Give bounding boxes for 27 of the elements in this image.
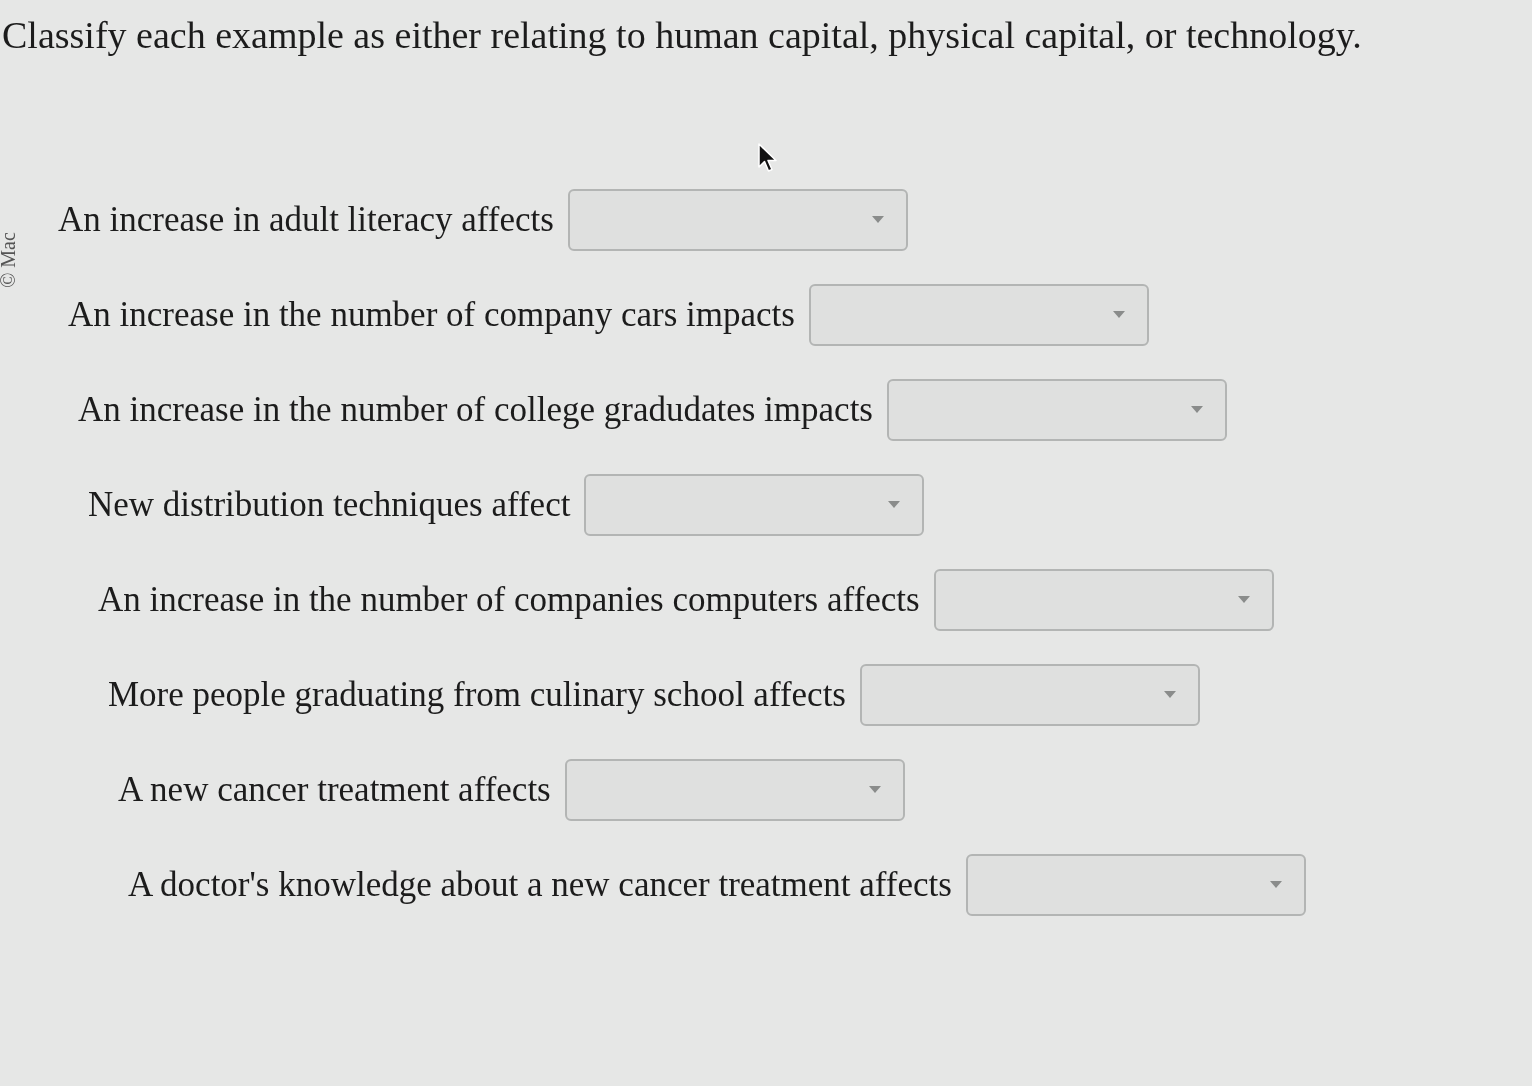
caret-icon <box>1191 406 1203 413</box>
answer-dropdown[interactable] <box>567 188 908 251</box>
caret-icon <box>1269 881 1282 888</box>
answer-dropdown[interactable] <box>860 663 1200 726</box>
answer-dropdown[interactable] <box>808 283 1149 346</box>
question-prompt: New distribution techniques affect <box>88 487 571 522</box>
question-prompt: More people graduating from culinary school affects <box>108 677 846 712</box>
caret-icon <box>871 216 884 223</box>
question-prompt: An increase in the number of company cars impacts <box>68 297 795 332</box>
answer-dropdown[interactable] <box>564 758 905 821</box>
caret-icon <box>868 786 881 793</box>
question-title: Classify each example as either relating to human capital, physical capital, or technology. <box>2 13 1362 58</box>
question-prompt: An increase in adult literacy affects <box>58 202 554 237</box>
caret-icon <box>1237 596 1250 603</box>
question-prompt: An increase in the number of college gradudates impacts <box>78 392 873 427</box>
question-prompt: A new cancer treatment affects <box>118 772 551 807</box>
copyright-note: © Mac <box>0 232 18 288</box>
answer-dropdown[interactable] <box>887 378 1227 441</box>
caret-icon <box>1112 311 1125 318</box>
question-prompt: A doctor's knowledge about a new cancer treatment affects <box>128 867 952 902</box>
caret-icon <box>1164 691 1176 698</box>
caret-icon <box>888 501 901 508</box>
answer-dropdown[interactable] <box>584 473 925 536</box>
pointer-arrow-icon <box>758 143 780 175</box>
question-prompt: An increase in the number of companies computers affects <box>98 582 920 617</box>
answer-dropdown[interactable] <box>965 853 1306 916</box>
answer-dropdown[interactable] <box>933 568 1274 631</box>
